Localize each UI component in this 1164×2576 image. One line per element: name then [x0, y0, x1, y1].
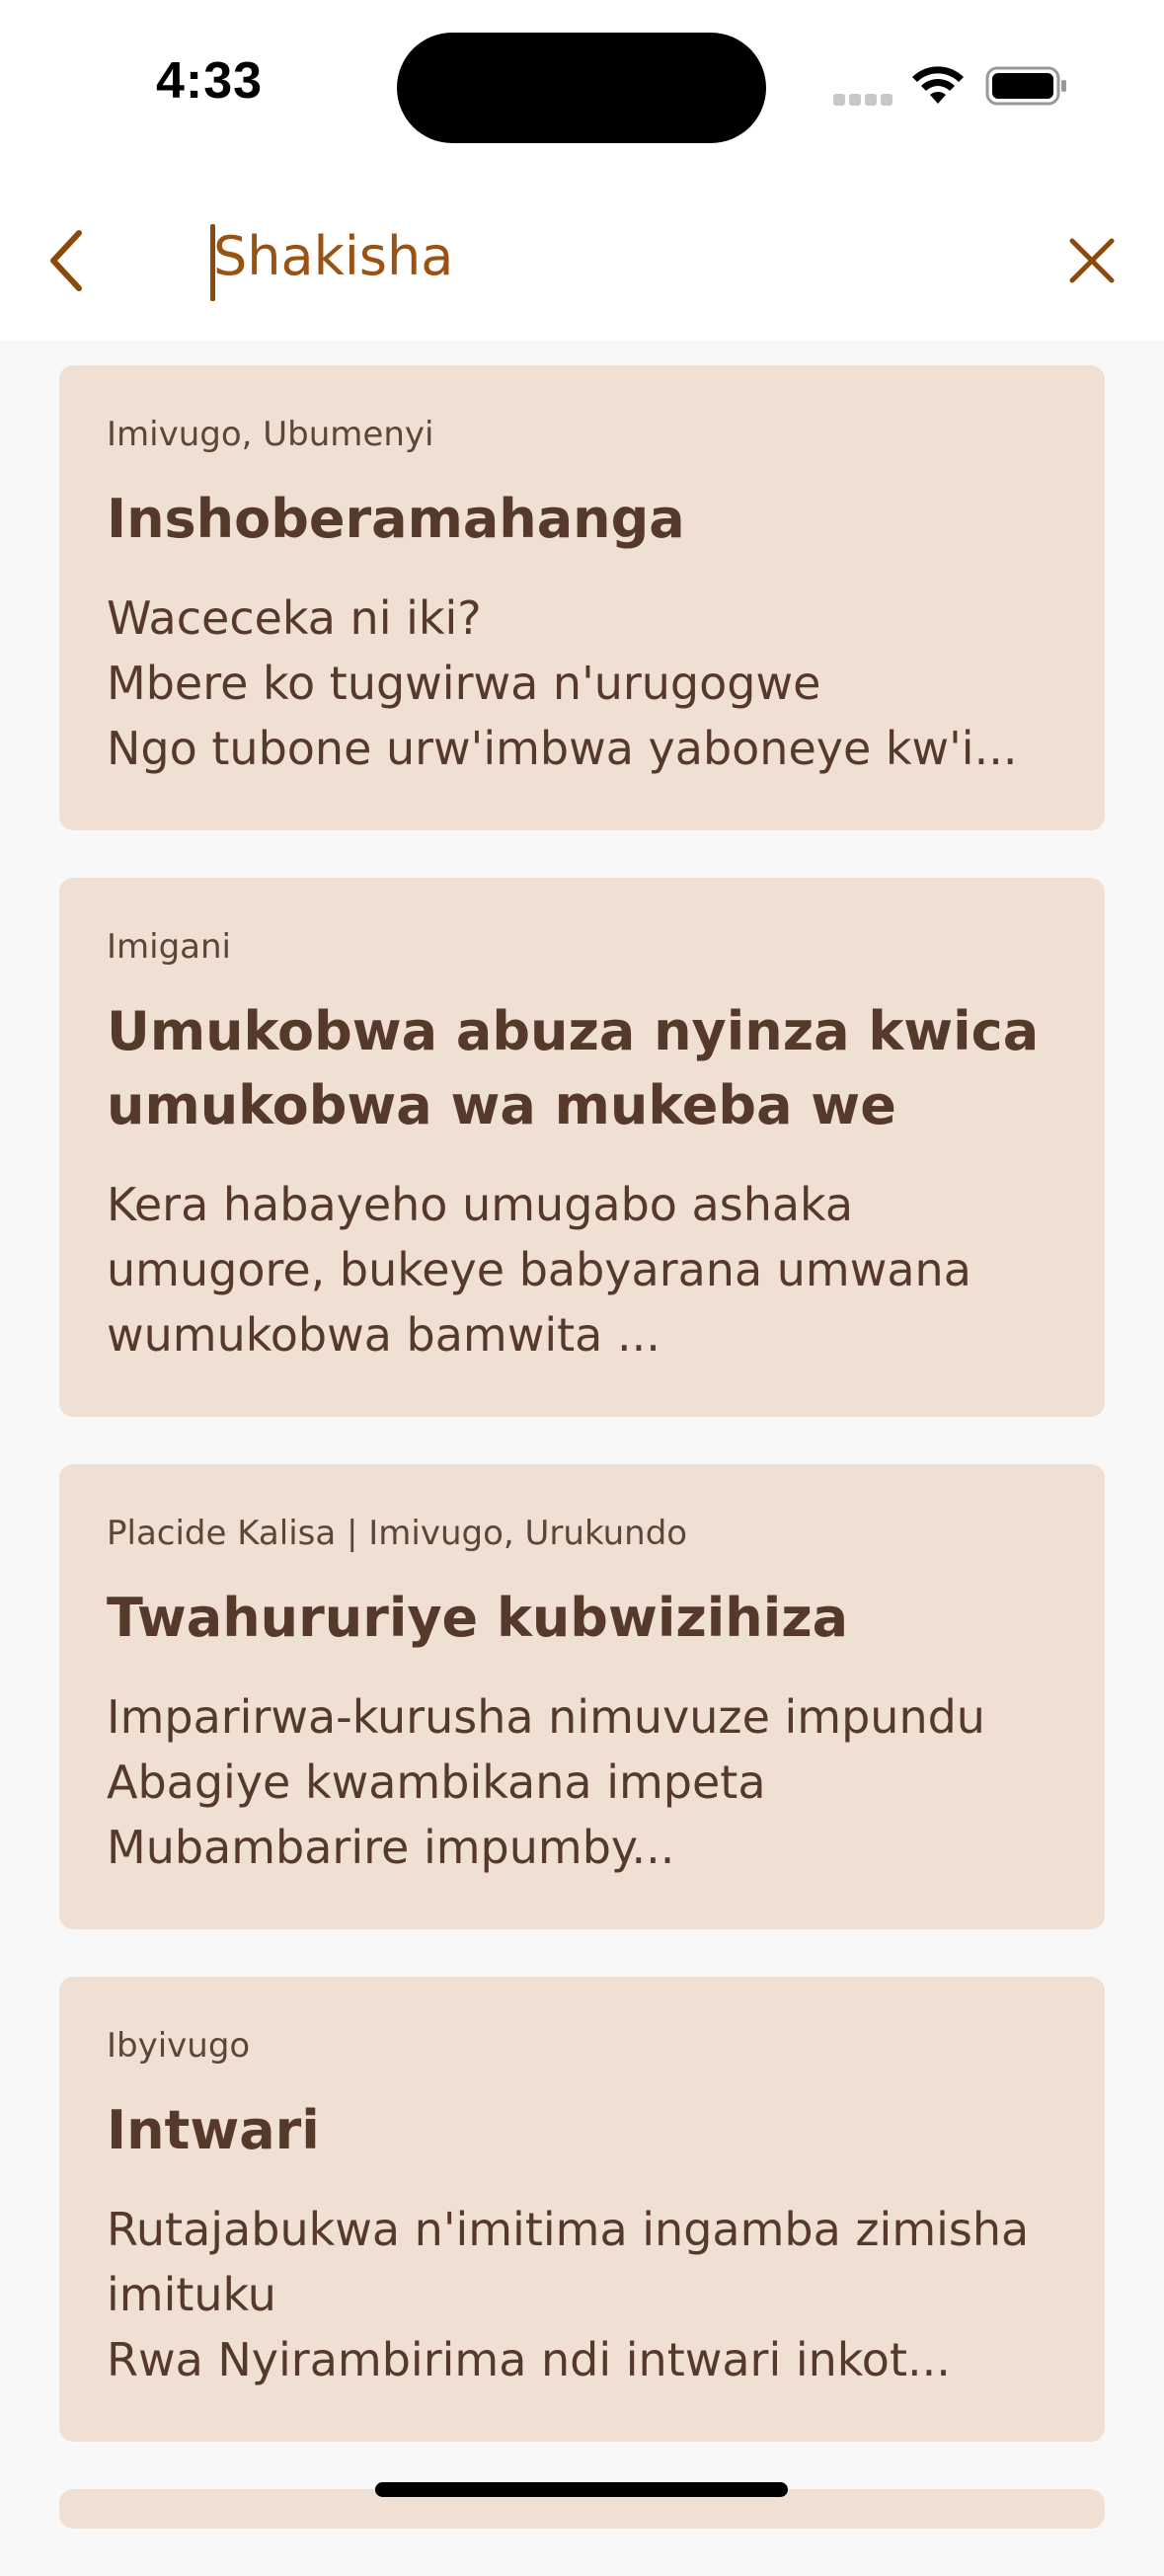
result-title: Twahururiye kubwizihiza: [107, 1587, 849, 1649]
result-excerpt: Waceceka ni iki? Mbere ko tugwirwa n'uru…: [107, 591, 1018, 775]
search-header: Shakisha: [0, 178, 1164, 341]
search-placeholder: Shakisha: [213, 225, 454, 287]
result-excerpt: Rutajabukwa n'imitima ingamba zimisha im…: [107, 2203, 1030, 2386]
result-meta: Placide Kalisa | Imivugo, Urukundo: [107, 1514, 688, 1553]
wifi-icon: [912, 66, 964, 104]
result-title: Umukobwa abuza nyinza kwica umukobwa wa …: [107, 1000, 1040, 1136]
search-results-list: Imivugo, Ubumenyi Inshoberamahanga Wacec…: [59, 365, 1105, 2576]
back-button[interactable]: [38, 221, 97, 300]
result-meta: Imigani: [107, 927, 232, 967]
dynamic-island: [397, 33, 766, 143]
result-title: Inshoberamahanga: [107, 488, 685, 550]
status-time: 4:33: [156, 52, 264, 110]
result-title: Intwari: [107, 2099, 320, 2161]
result-excerpt: Imparirwa-kurusha nimuvuze impundu Abagi…: [107, 1690, 985, 1874]
result-card[interactable]: Placide Kalisa | Imivugo, Urukundo Twahu…: [59, 1464, 1105, 1929]
result-meta: Imivugo, Ubumenyi: [107, 415, 434, 454]
clear-search-button[interactable]: [1062, 231, 1122, 290]
result-excerpt: Kera habayeho umugabo ashaka umugore, bu…: [107, 1178, 971, 1362]
result-card[interactable]: Ibyivugo Intwari Rutajabukwa n'imitima i…: [59, 1977, 1105, 2442]
status-bar: 4:33: [0, 0, 1164, 178]
result-card[interactable]: Imivugo, Ubumenyi Inshoberamahanga Wacec…: [59, 365, 1105, 830]
cellular-signal-icon: [833, 94, 894, 106]
result-meta: Ibyivugo: [107, 2026, 251, 2066]
battery-icon: [985, 66, 1066, 106]
home-indicator[interactable]: [375, 2482, 788, 2497]
result-card[interactable]: Imigani Umukobwa abuza nyinza kwica umuk…: [59, 878, 1105, 1417]
